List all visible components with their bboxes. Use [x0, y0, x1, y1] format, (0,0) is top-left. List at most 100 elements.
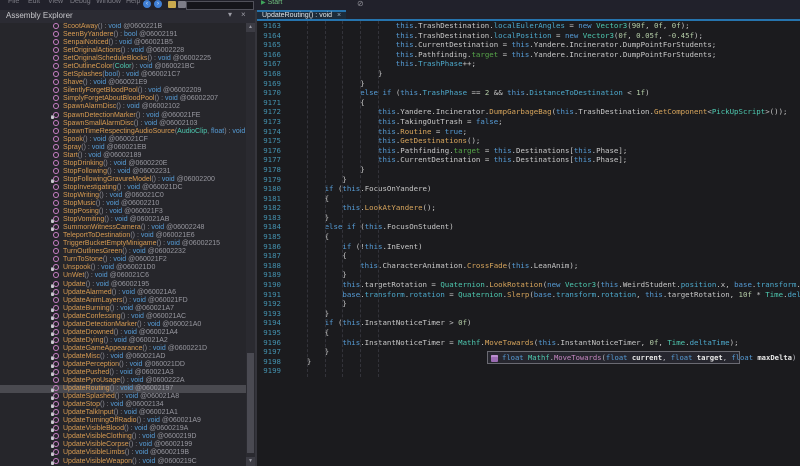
tree-item-stopvomiting[interactable]: StopVomiting() : void @060021AB [0, 216, 246, 224]
tree-item-updatestop[interactable]: UpdateStop() : void @06002134 [0, 401, 246, 409]
tree-item-silentlyforgetbloodpool[interactable]: SilentlyForgetBloodPool() : void @060022… [0, 87, 246, 95]
tree-item-updatedrowned[interactable]: UpdateDrowned() : void @060021A4 [0, 329, 246, 337]
tree-item-turntostone[interactable]: TurnToStone() : void @060021F2 [0, 256, 246, 264]
method-icon [53, 425, 59, 431]
nav-forward-icon[interactable]: › [154, 0, 162, 8]
menu-item-window[interactable]: Window [96, 0, 121, 5]
tree-item-updatedetectionmarker[interactable]: UpdateDetectionMarker() : void @060021A0 [0, 321, 246, 329]
menu-item-edit[interactable]: Edit [28, 0, 40, 5]
tree-item-updatepushed[interactable]: UpdatePushed() : void @060021A3 [0, 369, 246, 377]
break-icon[interactable]: ⊘ [357, 0, 364, 8]
tree-item-updatemisc[interactable]: UpdateMisc() : void @060021AD [0, 353, 246, 361]
toolbar-search-input[interactable] [186, 1, 254, 10]
start-debug-button[interactable]: ▶ Start [261, 0, 282, 6]
code-line: 9192 } [257, 299, 800, 309]
method-icon [53, 95, 59, 101]
tree-item-shave[interactable]: Shave() : void @060021E9 [0, 79, 246, 87]
tree-item-spook[interactable]: Spook() : void @060021CF [0, 136, 246, 144]
tree-item-unspook[interactable]: Unspook() : void @060021D0 [0, 264, 246, 272]
line-number: 9176 [257, 146, 281, 156]
scroll-thumb[interactable] [247, 353, 254, 453]
tree-item-updatedying[interactable]: UpdateDying() : void @060021A2 [0, 337, 246, 345]
method-label: UpdatePyroUsage() : void @0600222A [63, 377, 185, 384]
menu-item-debug[interactable]: Debug [70, 0, 91, 5]
tree-item-spawntimerespectingaudiosource[interactable]: SpawnTimeRespectingAudioSource(AudioClip… [0, 128, 246, 136]
tree-item-updategameappearance[interactable]: UpdateGameAppearance() : void @0600221D [0, 345, 246, 353]
line-number: 9194 [257, 318, 281, 328]
tree-item-stopfollowing[interactable]: StopFollowing() : void @06002231 [0, 168, 246, 176]
lock-icon [51, 405, 54, 408]
tree-item-updatetalkinput[interactable]: UpdateTalkInput() : void @060021A1 [0, 409, 246, 417]
tree-item-stopdrinking[interactable]: StopDrinking() : void @0600220E [0, 160, 246, 168]
tree-item-updateconfessing[interactable]: UpdateConfessing() : void @060021AC [0, 313, 246, 321]
tree-item-updatevisibleblood[interactable]: UpdateVisibleBlood() : void @0600219A [0, 425, 246, 433]
tree-item-senpainoticed[interactable]: SenpaiNoticed() : void @060021B5 [0, 39, 246, 47]
chevron-down-icon[interactable]: ▾ [228, 10, 232, 19]
tree-item-scootaway[interactable]: ScootAway() : void @0600221B [0, 23, 246, 31]
tree-scrollbar[interactable]: ▲ ▼ [246, 23, 255, 466]
code-editor[interactable]: 9163 this.TrashDestination.localEulerAng… [257, 21, 800, 466]
line-number: 9172 [257, 107, 281, 117]
tab-updaterouting[interactable]: UpdateRouting() : void× [257, 10, 346, 19]
method-icon [53, 337, 59, 343]
menu-item-file[interactable]: File [8, 0, 19, 5]
tree-item-updatealarmed[interactable]: UpdateAlarmed() : void @060021A6 [0, 289, 246, 297]
tree-item-updatevisiblelimbs[interactable]: UpdateVisibleLimbs() : void @0600219B [0, 449, 246, 457]
tree-item-updateperception[interactable]: UpdatePerception() : void @060021DD [0, 361, 246, 369]
menu-item-view[interactable]: View [48, 0, 63, 5]
tree-item-updatevisibleweapon[interactable]: UpdateVisibleWeapon() : void @0600219C [0, 458, 246, 466]
tree-item-simplyforgetaboutbloodpool[interactable]: SimplyForgetAboutBloodPool() : void @060… [0, 95, 246, 103]
tree-item-spawnsmallalarmdisc[interactable]: SpawnSmallAlarmDisc() : void @06002103 [0, 120, 246, 128]
tree-item-setoriginalscheduleblocks[interactable]: SetOriginalScheduleBlocks() : void @0600… [0, 55, 246, 63]
line-number: 9188 [257, 261, 281, 271]
menu-item-help[interactable]: Help [126, 0, 140, 5]
code-line: 9167 this.TrashPhase++; [257, 59, 800, 69]
tree-item-seenbyyandere[interactable]: SeenByYandere() : bool @06002191 [0, 31, 246, 39]
panel-close-icon[interactable]: × [241, 10, 246, 19]
open-file-icon[interactable] [168, 1, 176, 8]
method-label: SpawnDetectionMarker() : void @060021FE [63, 112, 200, 119]
scroll-down-icon[interactable]: ▼ [246, 457, 255, 466]
code-line: 9173 this.TakingOutTrash = false; [257, 117, 800, 127]
tree-item-summonwitnesscamera[interactable]: SummonWitnessCamera() : void @06002248 [0, 224, 246, 232]
tree-item-updatepyrousage[interactable]: UpdatePyroUsage() : void @0600222A [0, 377, 246, 385]
method-icon [53, 417, 59, 423]
save-icon[interactable] [178, 1, 186, 8]
tree-item-triggerbucketemptyminigame[interactable]: TriggerBucketEmptyMinigame() : void @060… [0, 240, 246, 248]
tree-item-updatesplashed[interactable]: UpdateSplashed() : void @060021A8 [0, 393, 246, 401]
nav-back-icon[interactable]: ‹ [143, 0, 151, 8]
tree-item-updateburning[interactable]: UpdateBurning() : void @060021A7 [0, 305, 246, 313]
tree-item-spawndetectionmarker[interactable]: SpawnDetectionMarker() : void @060021FE [0, 112, 246, 120]
tree-item-stopposing[interactable]: StopPosing() : void @060021F3 [0, 208, 246, 216]
method-icon [53, 264, 59, 270]
tree-item-teleporttodestination[interactable]: TeleportToDestination() : void @060021E6 [0, 232, 246, 240]
tree-item-unwet[interactable]: UnWet() : void @060021C6 [0, 272, 246, 280]
tree-item-turnoutlinesgreen[interactable]: TurnOutlinesGreen() : void @06002232 [0, 248, 246, 256]
tree-item-spray[interactable]: Spray() : void @060021EB [0, 144, 246, 152]
code-line: 9193 } [257, 309, 800, 319]
tree-item-updateanimlayers[interactable]: UpdateAnimLayers() : void @060021FD [0, 297, 246, 305]
tree-item-stopmusic[interactable]: StopMusic() : void @06002210 [0, 200, 246, 208]
line-number: 9170 [257, 88, 281, 98]
tree-item-start[interactable]: Start() : void @06002189 [0, 152, 246, 160]
tree-item-updaterouting[interactable]: UpdateRouting() : void @06002197 [0, 385, 246, 393]
tree-item-setoriginalactions[interactable]: SetOriginalActions() : void @06002228 [0, 47, 246, 55]
method-label: UpdateBurning() : void @060021A7 [63, 305, 174, 312]
tree-item-stopfollowinggravuremodel[interactable]: StopFollowingGravureModel() : void @0600… [0, 176, 246, 184]
tree-item-update[interactable]: Update() : void @06002195 [0, 281, 246, 289]
tree-item-stopinvestigating[interactable]: StopInvestigating() : void @060021DC [0, 184, 246, 192]
tree-item-updateturningoffradio[interactable]: UpdateTurningOffRadio() : void @060021A9 [0, 417, 246, 425]
method-icon [53, 361, 59, 367]
tree-item-setoutlinecolor[interactable]: SetOutlineColor(Color) : void @060021BC [0, 63, 246, 71]
tree-item-stopwriting[interactable]: StopWriting() : void @060021C0 [0, 192, 246, 200]
method-icon [53, 449, 59, 455]
tree-item-spawnalarmdisc[interactable]: SpawnAlarmDisc() : void @06002102 [0, 103, 246, 111]
tree-item-updatevisiblecorpse[interactable]: UpdateVisibleCorpse() : void @06002199 [0, 441, 246, 449]
tree-item-setsplashes[interactable]: SetSplashes(bool) : void @060021C7 [0, 71, 246, 79]
tree-item-updatevisibleclothing[interactable]: UpdateVisibleClothing() : void @0600219D [0, 433, 246, 441]
scroll-up-icon[interactable]: ▲ [246, 23, 255, 32]
method-icon [53, 71, 59, 77]
lock-icon [51, 220, 54, 223]
code-line: 9179 } [257, 175, 800, 185]
tab-close-icon[interactable]: × [337, 12, 341, 19]
